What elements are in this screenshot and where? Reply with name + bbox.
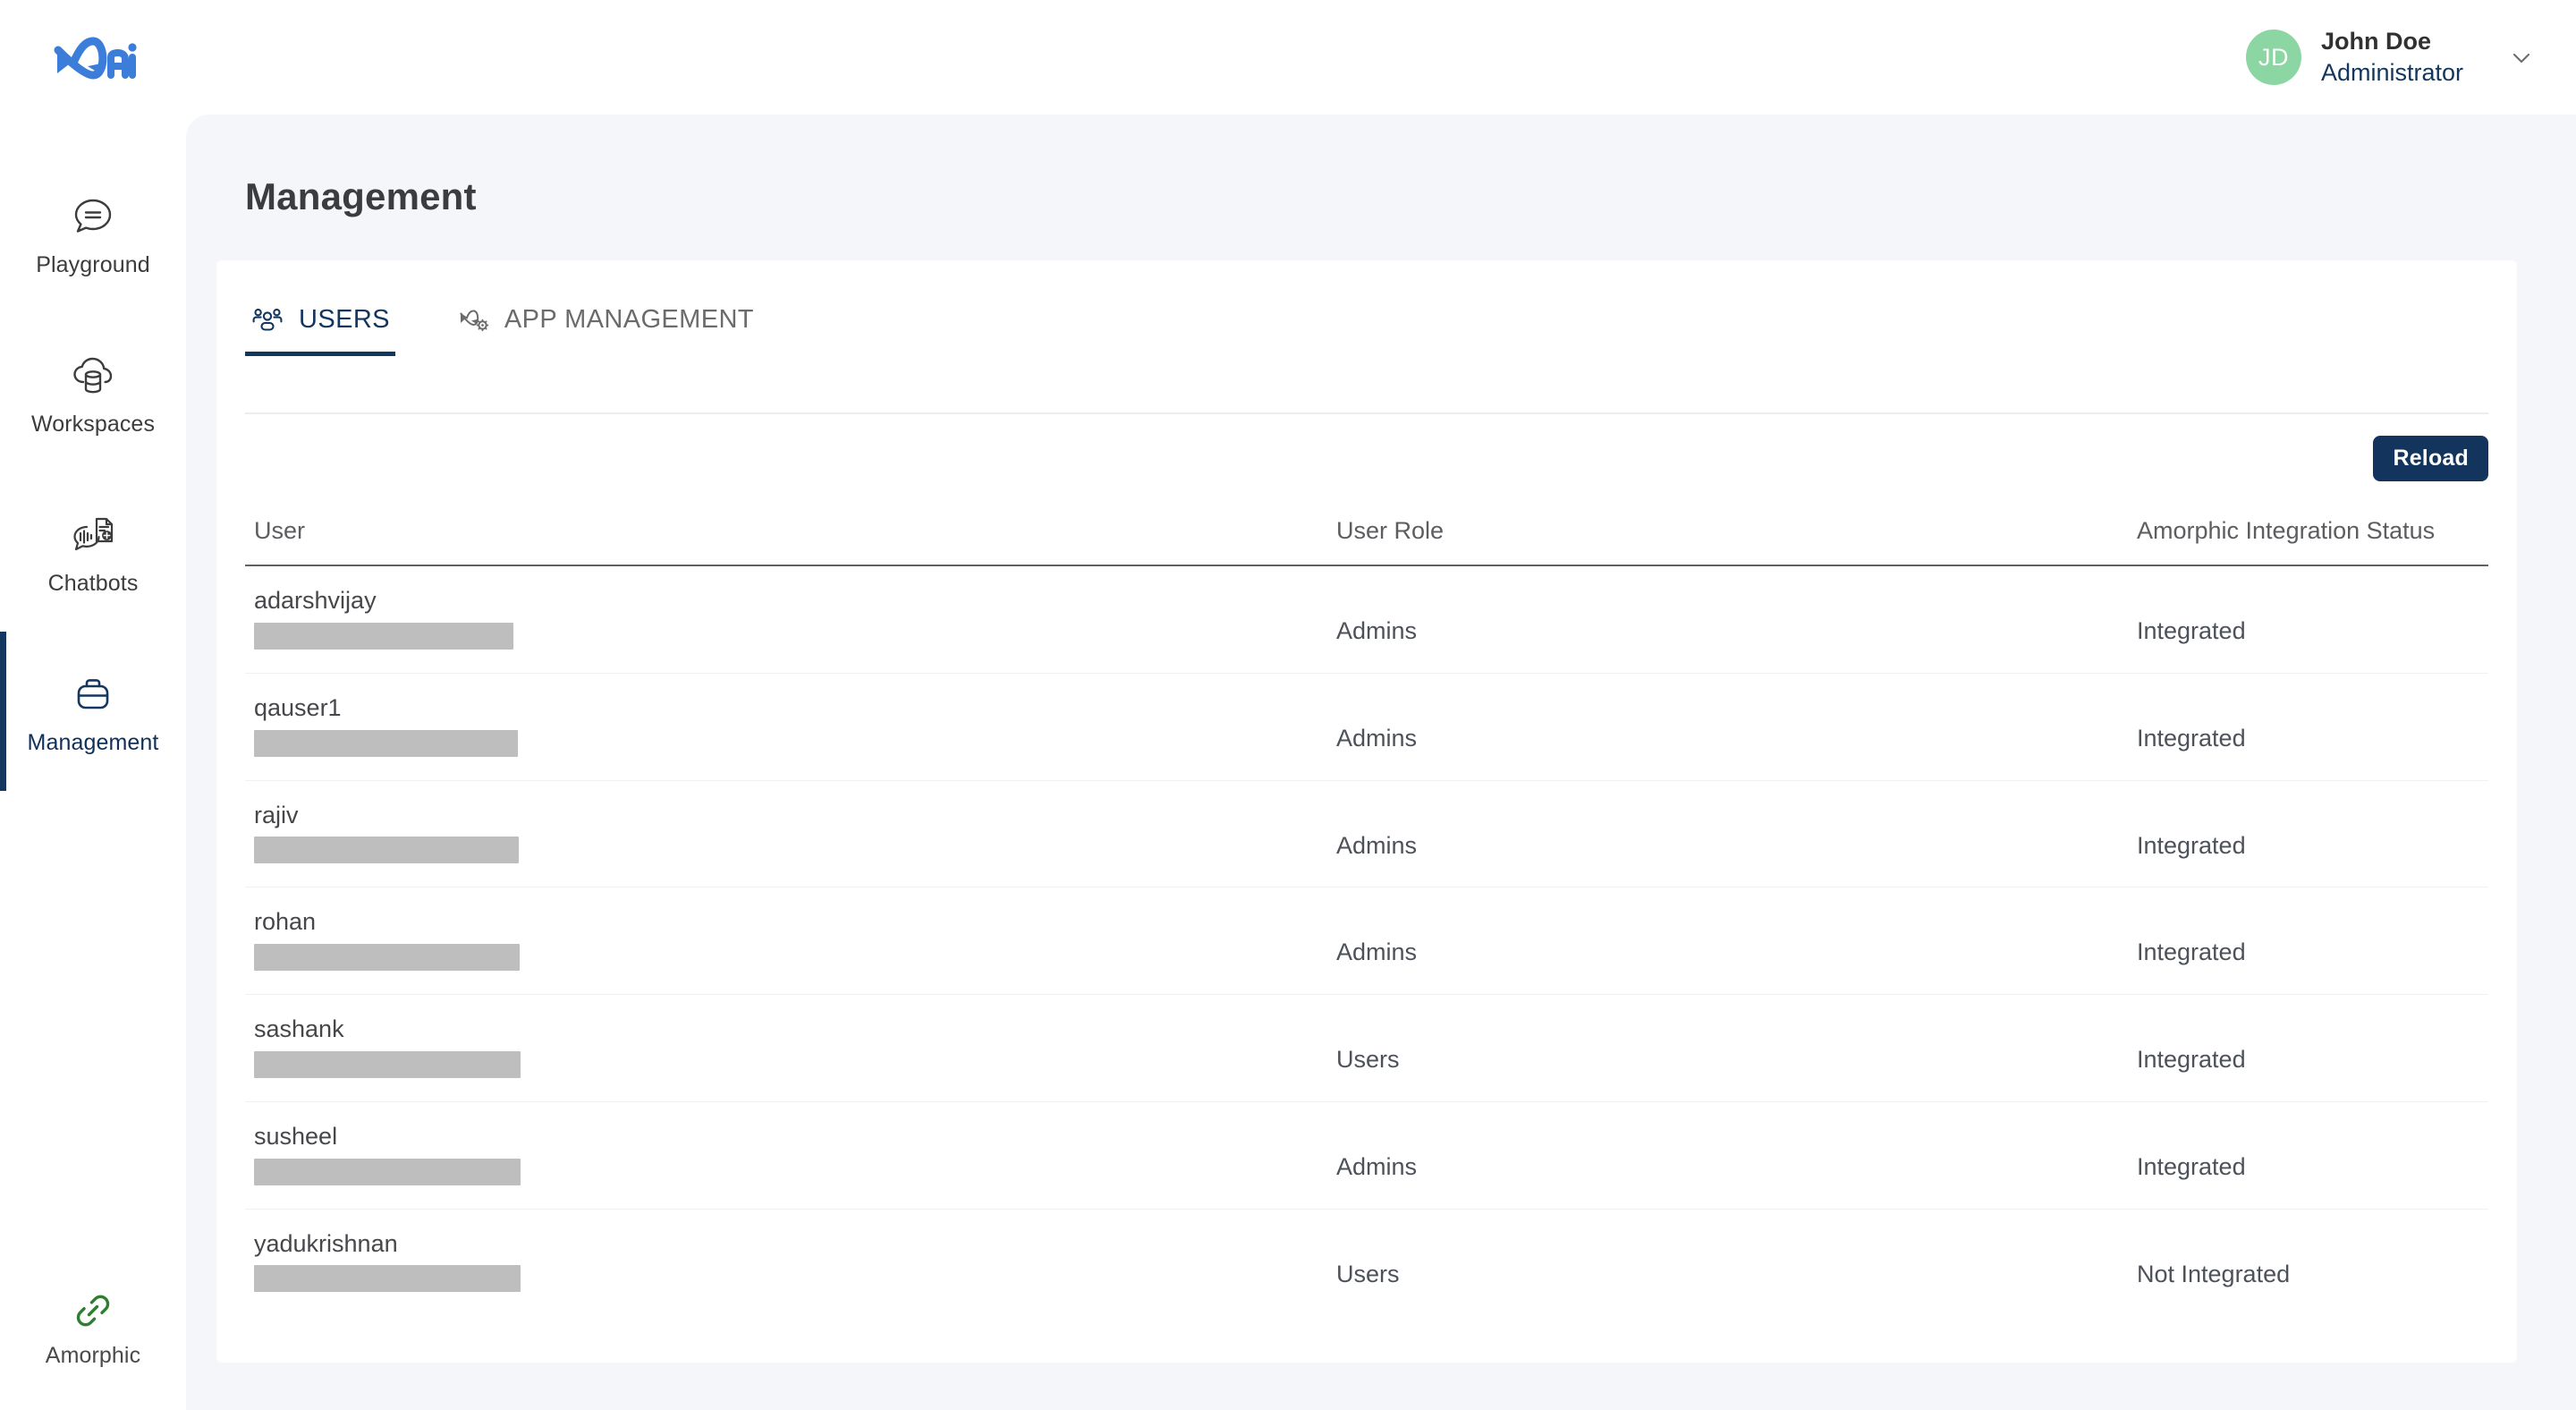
sidebar-item-chatbots[interactable]: Chatbots: [0, 472, 186, 632]
sidebar-item-label: Management: [27, 729, 159, 755]
cell-status: Integrated: [2137, 1046, 2246, 1073]
user-login: susheel: [254, 1122, 338, 1150]
sidebar: Playground Workspaces Chatbots Managemen…: [0, 0, 186, 1410]
table-header-row: User User Role Amorphic Integration Stat…: [245, 517, 2488, 566]
page-title: Management: [245, 175, 477, 217]
sidebar-item-label: Playground: [36, 251, 150, 277]
cell-role: Admins: [1336, 724, 1418, 752]
table-row[interactable]: qauser1 Admins Integrated: [245, 674, 2488, 781]
table-toolbar: Reload: [245, 436, 2488, 481]
amorphic-ai-logo-icon: [54, 37, 137, 80]
redacted-email: [254, 1265, 521, 1293]
user-login: yadukrishnan: [254, 1229, 398, 1257]
cell-status: Integrated: [2137, 939, 2246, 966]
users-table: User User Role Amorphic Integration Stat…: [245, 517, 2488, 1315]
tab-users[interactable]: USERS: [245, 297, 395, 356]
management-card: USERS APP MANAGEMENT Reload User User Ro…: [216, 260, 2517, 1363]
app-root: Playground Workspaces Chatbots Managemen…: [0, 0, 2576, 1410]
redacted-email: [254, 837, 519, 864]
chat-document-icon: [68, 510, 118, 560]
table-row[interactable]: rajiv Admins Integrated: [245, 781, 2488, 888]
topbar: JD John Doe Administrator: [186, 0, 2576, 115]
cell-user: adarshvijay: [245, 566, 1327, 673]
redacted-email: [254, 944, 520, 971]
cell-status: Not Integrated: [2137, 1260, 2291, 1287]
cell-role: Admins: [1336, 939, 1418, 966]
user-role: Administrator: [2320, 59, 2463, 86]
tab-label: USERS: [299, 304, 390, 334]
column-header-status: Amorphic Integration Status: [2137, 517, 2436, 544]
user-meta: John Doe Administrator: [2321, 27, 2463, 88]
user-login: rohan: [254, 908, 317, 936]
cell-user: sashank: [245, 995, 1327, 1101]
sidebar-item-playground[interactable]: Playground: [0, 154, 186, 313]
sidebar-item-label: Amorphic: [45, 1343, 141, 1368]
column-header-user: User: [254, 517, 306, 544]
table-body: adarshvijay Admins Integrated qauser1 Ad…: [245, 566, 2488, 1315]
cell-role: Admins: [1336, 831, 1418, 859]
table-row[interactable]: susheel Admins Integrated: [245, 1102, 2488, 1210]
cell-role: Admins: [1336, 1152, 1418, 1180]
redacted-email: [254, 622, 513, 650]
app-gear-icon: [456, 302, 490, 336]
cell-status: Integrated: [2137, 1152, 2246, 1180]
cell-user: qauser1: [245, 674, 1327, 780]
table-row[interactable]: sashank Users Integrated: [245, 995, 2488, 1102]
chevron-down-icon[interactable]: [2506, 42, 2537, 72]
tab-label: APP MANAGEMENT: [504, 304, 754, 334]
cloud-database-icon: [68, 351, 118, 401]
cell-status: Integrated: [2137, 831, 2246, 859]
user-login: adarshvijay: [254, 587, 377, 614]
sidebar-item-management[interactable]: Management: [0, 632, 186, 791]
user-login: qauser1: [254, 693, 342, 721]
link-chain-icon: [70, 1287, 116, 1334]
user-login: rajiv: [254, 801, 299, 828]
redacted-email: [254, 1158, 521, 1185]
user-login: sashank: [254, 1015, 344, 1042]
cell-role: Users: [1336, 1260, 1400, 1287]
cell-user: yadukrishnan: [245, 1210, 1327, 1316]
brand-logo[interactable]: [0, 0, 186, 115]
avatar: JD: [2245, 30, 2301, 85]
table-row[interactable]: yadukrishnan Users Not Integrated: [245, 1210, 2488, 1316]
tab-app-management[interactable]: APP MANAGEMENT: [451, 297, 759, 356]
user-menu[interactable]: JD John Doe Administrator: [2245, 27, 2537, 88]
redacted-email: [254, 729, 518, 757]
briefcase-icon: [68, 669, 118, 719]
tab-bar: USERS APP MANAGEMENT: [245, 297, 759, 356]
column-header-role: User Role: [1336, 517, 1445, 544]
sidebar-item-amorphic[interactable]: Amorphic: [0, 1287, 186, 1367]
cell-user: rohan: [245, 888, 1327, 994]
redacted-email: [254, 1050, 521, 1078]
users-group-icon: [250, 302, 284, 336]
sidebar-nav: Playground Workspaces Chatbots Managemen…: [0, 154, 186, 791]
table-row[interactable]: rohan Admins Integrated: [245, 888, 2488, 995]
cell-user: susheel: [245, 1102, 1327, 1209]
sidebar-item-label: Chatbots: [47, 570, 139, 596]
chat-bubble-icon: [68, 191, 118, 242]
page-shell: Management USERS APP MANAGEMENT Reload U…: [186, 115, 2576, 1410]
reload-button[interactable]: Reload: [2373, 436, 2488, 481]
table-row[interactable]: adarshvijay Admins Integrated: [245, 566, 2488, 674]
cell-role: Users: [1336, 1046, 1400, 1073]
cell-status: Integrated: [2137, 724, 2246, 752]
tab-bar-divider: [245, 412, 2488, 414]
cell-status: Integrated: [2137, 617, 2246, 644]
user-name: John Doe: [2320, 28, 2431, 55]
sidebar-item-workspaces[interactable]: Workspaces: [0, 313, 186, 472]
cell-user: rajiv: [245, 781, 1327, 888]
cell-role: Admins: [1336, 617, 1418, 644]
sidebar-item-label: Workspaces: [30, 411, 156, 437]
